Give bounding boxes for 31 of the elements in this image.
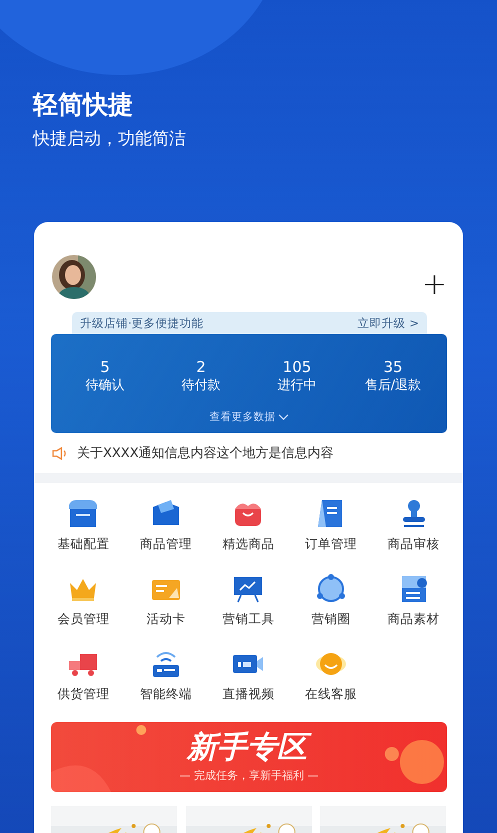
page-subtitle: 快捷启动，功能简洁 — [33, 128, 187, 151]
banner-title: 新手专区 — [183, 728, 315, 768]
function-item[interactable]: 商品素材 — [372, 572, 455, 641]
stat-label[interactable]: 待付款 — [156, 376, 246, 396]
function-item[interactable]: 营销圈 — [290, 572, 372, 641]
function-item[interactable]: 智能终端 — [124, 647, 208, 716]
stat-value: 35 — [382, 358, 404, 376]
function-item[interactable]: 基础配置 — [42, 497, 125, 566]
notice-text[interactable]: 关于XXXX通知信息内容这个地方是信息内容 — [77, 444, 334, 462]
function-item[interactable]: 会员管理 — [42, 572, 125, 641]
function-item[interactable]: 精选商品 — [207, 497, 290, 566]
function-item[interactable]: 商品审核 — [372, 497, 455, 566]
stat-value: 2 — [195, 358, 207, 376]
upgrade-text: 升级店铺·更多便捷功能 — [80, 316, 204, 330]
stat-value: 5 — [99, 358, 111, 376]
function-item[interactable]: 直播视频 — [207, 647, 290, 716]
upgrade-link[interactable]: 立即升级 > — [358, 316, 419, 330]
function-item[interactable]: 营销工具 — [207, 572, 290, 641]
add-button[interactable]: + — [422, 270, 447, 300]
function-item[interactable]: 订单管理 — [290, 497, 372, 566]
more-data-link[interactable]: 查看更多数据 — [210, 410, 288, 424]
stat-label[interactable]: 进行中 — [252, 376, 342, 396]
function-item[interactable]: 在线客服 — [290, 647, 372, 716]
stat-label[interactable]: 售后/退款 — [348, 376, 438, 396]
stat-value: 105 — [282, 358, 312, 376]
stat-label[interactable]: 待确认 — [60, 376, 150, 396]
page-title: 轻简快捷 — [33, 89, 134, 121]
function-item[interactable]: 活动卡 — [124, 572, 208, 641]
function-item[interactable]: 商品管理 — [124, 497, 208, 566]
function-item[interactable]: 供货管理 — [42, 647, 125, 716]
banner-subtitle: — 完成任务，享新手福利 — — [180, 768, 318, 784]
